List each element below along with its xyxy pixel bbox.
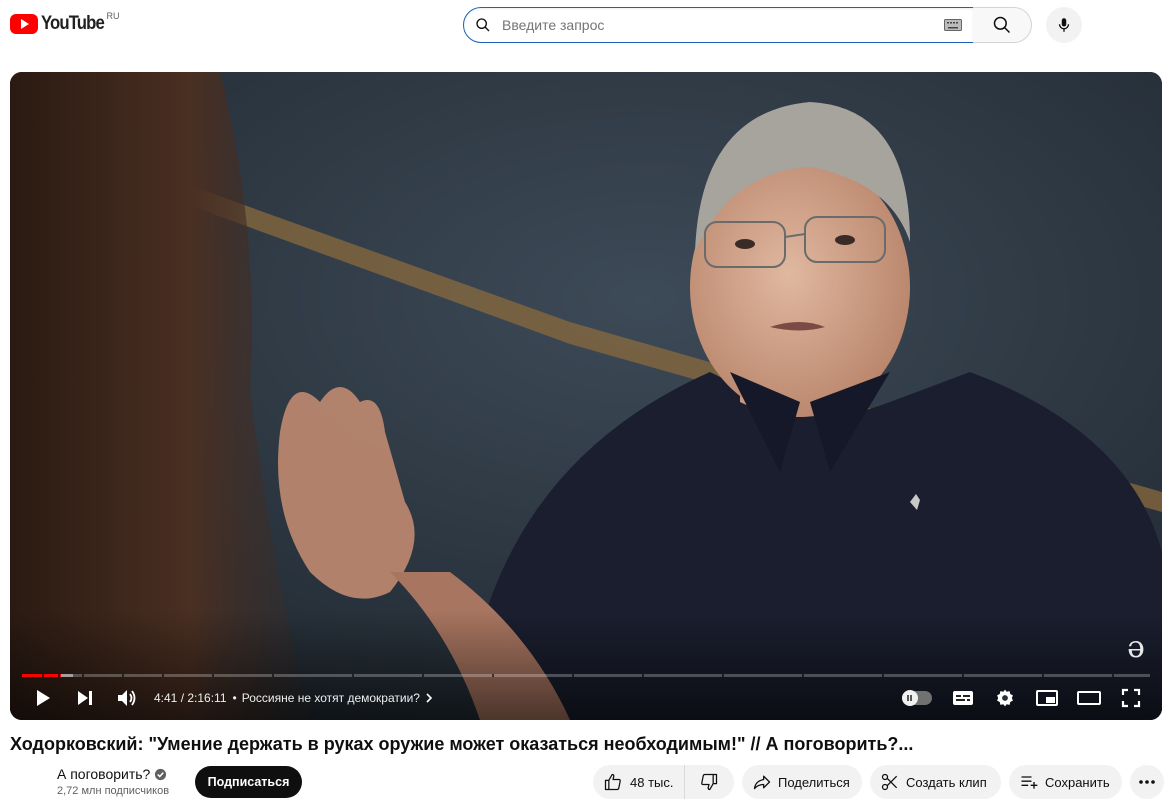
settings-icon [997, 689, 1013, 707]
next-icon [78, 691, 92, 705]
logo-country-code: RU [106, 11, 120, 21]
channel-avatar[interactable] [10, 764, 50, 804]
play-icon [37, 690, 50, 706]
chapter-marker [58, 674, 60, 677]
player-controls: 4:41 / 2:16:11 • Россияне не хотят демок… [10, 682, 1162, 714]
chapter-title-button[interactable]: • Россияне не хотят демократии? [233, 691, 434, 705]
search-button[interactable] [973, 7, 1032, 43]
channel-name: А поговорить? [57, 766, 151, 782]
more-actions-button[interactable] [1130, 765, 1164, 799]
create-clip-label: Создать клип [906, 774, 987, 790]
more-horizontal-icon [1139, 780, 1155, 784]
save-button[interactable]: Сохранить [1009, 765, 1122, 799]
chapter-marker [212, 674, 214, 677]
logo-text: YouTube [41, 13, 105, 34]
chapter-marker [802, 674, 804, 677]
create-clip-button[interactable]: Создать клип [870, 765, 1001, 799]
thumbs-down-icon [701, 773, 718, 791]
settings-button[interactable] [984, 682, 1026, 714]
play-button[interactable] [22, 682, 64, 714]
fullscreen-button[interactable] [1110, 682, 1152, 714]
subtitles-icon [953, 691, 973, 705]
masthead: YouTube RU [0, 0, 1175, 52]
chapter-marker [492, 674, 494, 677]
chapter-marker [272, 674, 274, 677]
thumbs-up-icon [603, 772, 623, 792]
save-label: Сохранить [1045, 774, 1110, 790]
youtube-logo[interactable]: YouTube RU [10, 11, 120, 36]
share-icon [752, 772, 772, 792]
chapter-separator: • [232, 691, 237, 705]
share-button[interactable]: Поделиться [742, 765, 862, 799]
chapter-marker [1042, 674, 1044, 677]
autoplay-toggle-icon [902, 690, 932, 706]
search-box[interactable] [463, 7, 974, 43]
channel-watermark[interactable]: ə [1118, 628, 1154, 668]
share-label: Поделиться [778, 774, 850, 790]
autoplay-toggle[interactable] [900, 682, 942, 714]
chapter-marker [42, 674, 44, 677]
chapter-marker [422, 674, 424, 677]
chevron-right-icon [426, 693, 433, 703]
next-button[interactable] [64, 682, 106, 714]
theater-icon [1077, 691, 1101, 705]
youtube-logo-icon [10, 14, 38, 34]
keyboard-icon[interactable] [933, 19, 973, 31]
chapter-marker [882, 674, 884, 677]
channel-name-link[interactable]: А поговорить? [57, 766, 167, 782]
search-icon [464, 17, 502, 33]
video-player[interactable]: ə 4:41 / 2:16:11 • Россияне не хотят дем… [10, 72, 1162, 720]
chapter-marker [962, 674, 964, 677]
like-count: 48 тыс. [630, 774, 674, 790]
chapter-marker [722, 674, 724, 677]
fullscreen-icon [1121, 688, 1141, 708]
subscriber-count: 2,72 млн подписчиков [57, 785, 170, 797]
chapter-marker [1112, 674, 1114, 677]
subscribe-button[interactable]: Подписаться [195, 766, 302, 798]
chapter-marker [122, 674, 124, 677]
playlist-add-icon [1019, 772, 1039, 792]
dislike-button[interactable] [685, 772, 733, 792]
scissors-icon [880, 772, 900, 792]
mute-button[interactable] [106, 682, 148, 714]
chapter-marker [82, 674, 84, 677]
chapter-marker [642, 674, 644, 677]
search-input[interactable] [502, 17, 933, 33]
chapter-marker [572, 674, 574, 677]
time-display: 4:41 / 2:16:11 [154, 691, 227, 705]
like-dislike-group: 48 тыс. [593, 765, 734, 799]
player-right-controls [900, 682, 1152, 714]
miniplayer-button[interactable] [1026, 682, 1068, 714]
video-title: Ходорковский: "Умение держать в руках ор… [10, 734, 914, 754]
miniplayer-icon [1036, 690, 1058, 706]
progress-bar[interactable] [22, 674, 1150, 677]
verified-badge-icon [154, 768, 167, 781]
like-button[interactable]: 48 тыс. [593, 765, 685, 799]
theater-mode-button[interactable] [1068, 682, 1110, 714]
subtitles-button[interactable] [942, 682, 984, 714]
chapter-marker [352, 674, 354, 677]
volume-icon [118, 690, 136, 706]
chapter-title: Россияне не хотят демократии? [241, 691, 420, 705]
voice-search-button[interactable] [1046, 7, 1082, 43]
search-icon [993, 16, 1011, 34]
chapter-marker [162, 674, 164, 677]
mic-icon [1058, 18, 1070, 32]
